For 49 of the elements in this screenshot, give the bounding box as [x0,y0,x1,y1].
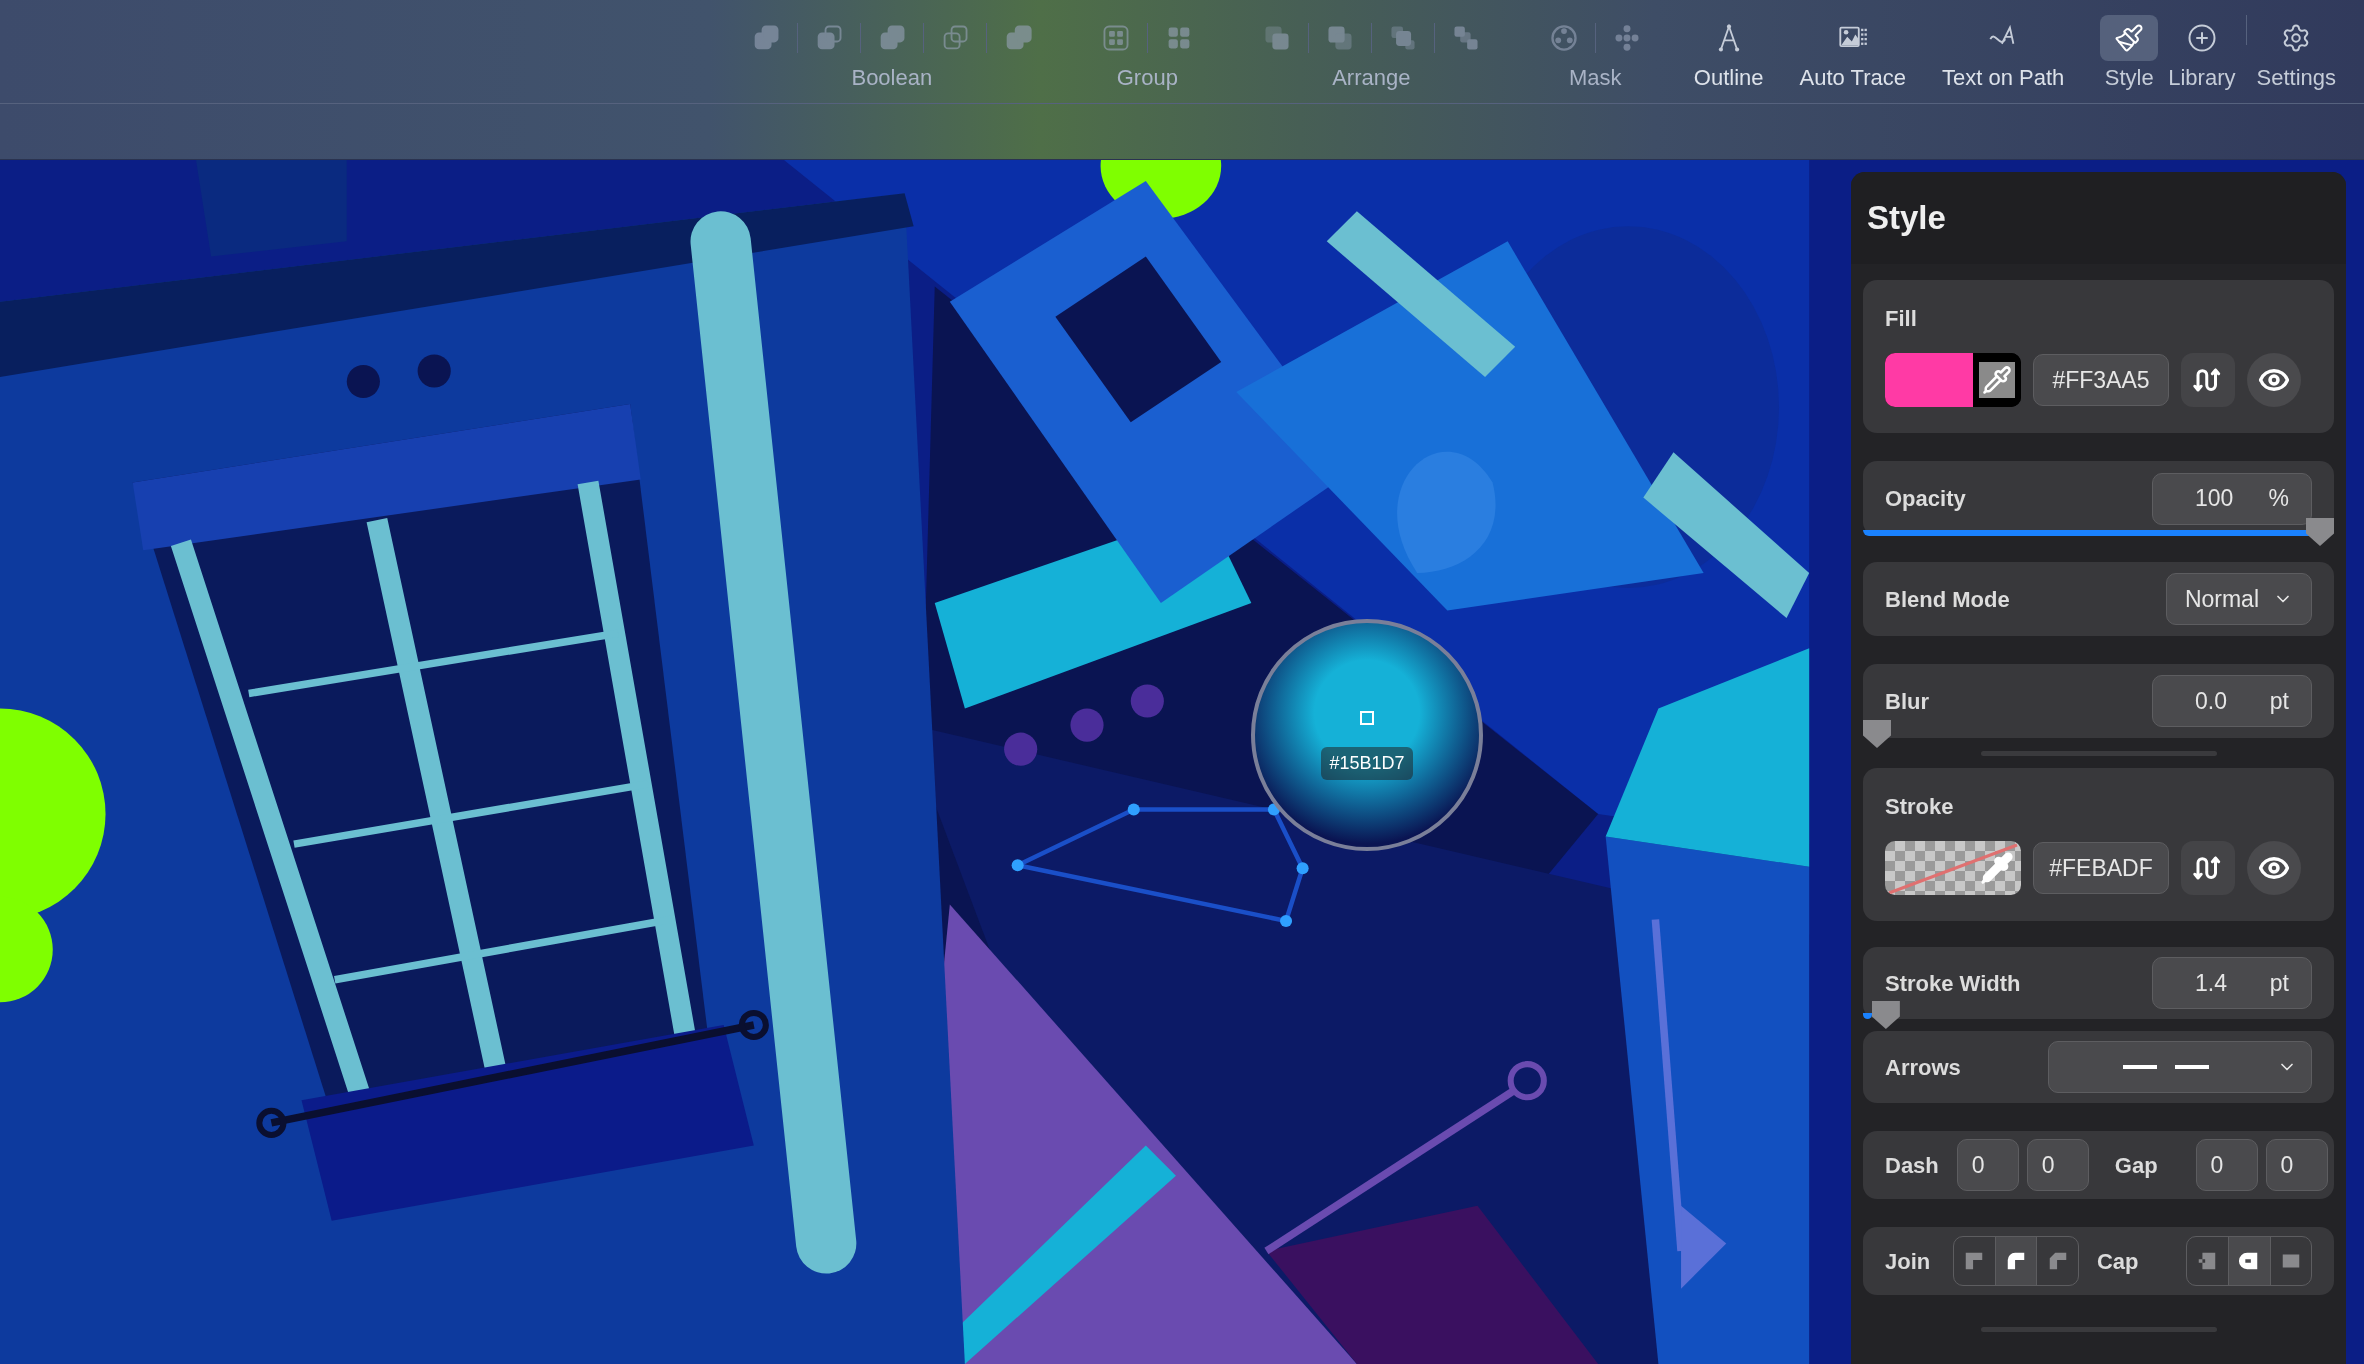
setting-label: Blend Mode [1885,585,2010,614]
panel-tab[interactable]: Settings [2256,14,2336,89]
slider-thumb[interactable] [2306,518,2334,546]
color-hex-label: #15B1D7 [1321,746,1413,780]
toolbar-label: Outline [1693,66,1764,89]
swap-button[interactable] [2181,353,2235,407]
panel-tab[interactable]: Library [2168,14,2236,89]
visibility-button[interactable] [2247,841,2301,895]
slider-thumb[interactable] [1863,720,1891,748]
slider-fill [1863,1013,1873,1019]
setting-label: Join [1885,1247,1932,1276]
arrows-dropdown[interactable] [2048,1041,2312,1093]
setting-label: Arrows [1885,1053,1961,1082]
setting-label: Stroke Width [1885,969,2021,998]
setting-label: Opacity [1885,485,1966,513]
color-swatch[interactable] [1885,841,2021,895]
setting-label: Stroke [1885,793,1955,821]
plus-circle-icon [2186,22,2217,53]
setting-label: Blur [1885,687,1929,716]
slider-thumb[interactable] [1871,1001,1900,1029]
panel-title: Style [1867,198,1946,239]
toolbar-label: Auto Trace [1799,66,1906,89]
dash-field[interactable]: 0 [1956,1139,2019,1191]
toolbar-label: Mask [1569,66,1622,89]
option-button[interactable] [2228,1237,2270,1285]
hex-field[interactable]: #FEBADF [2033,842,2169,894]
value-field[interactable]: 100 % [2152,472,2312,525]
gap-field[interactable]: 0 [2195,1139,2258,1191]
option-button[interactable] [1994,1237,2037,1285]
setting-label: Dash [1885,1151,1939,1180]
setting-label: Cap [2096,1247,2140,1276]
paintbrush-icon [2114,22,2145,53]
visibility-button[interactable] [2247,353,2301,407]
dash-field[interactable]: 0 [2026,1139,2089,1191]
value-field[interactable]: 1.4 pt [2152,957,2312,1009]
blend-mode-dropdown[interactable]: Normal [2165,573,2312,625]
setting-label: Fill [1885,305,1918,333]
toolbar-label: Text on Path [1941,66,2065,89]
swap-button[interactable] [2181,841,2235,895]
toolbar-label: Group [1116,66,1178,89]
hex-field[interactable]: #FF3AA5 [2033,354,2169,406]
toolbar-label: Arrange [1332,66,1411,89]
color-swatch[interactable] [1885,353,2021,407]
crosshair-icon [1360,710,1374,725]
toolbar-label: Boolean [851,66,933,89]
value-field[interactable]: 0.0 pt [2152,675,2312,727]
gap-field[interactable]: 0 [2265,1139,2328,1191]
dotted-circle-icon [1548,22,1579,53]
setting-label: Gap [2114,1151,2158,1180]
